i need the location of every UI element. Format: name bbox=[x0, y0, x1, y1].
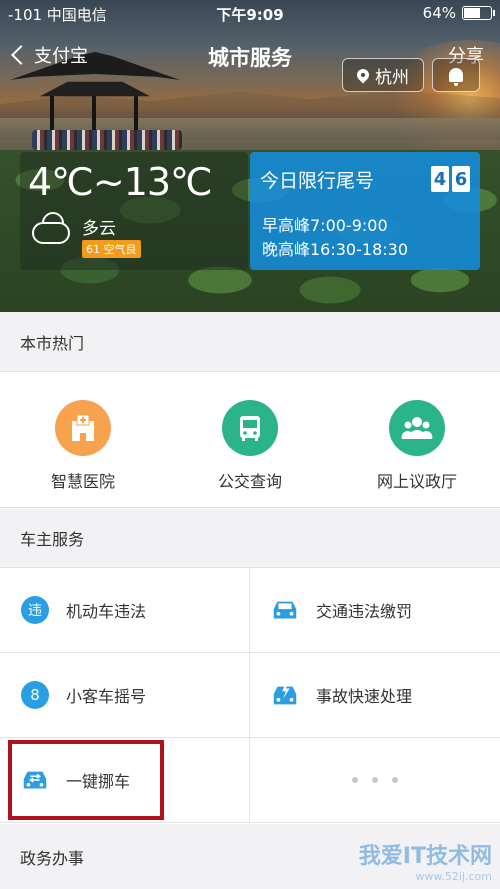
bus-glyph bbox=[240, 416, 260, 441]
hot-item-council[interactable]: 网上议政厅 bbox=[334, 372, 500, 508]
evening-peak: 晚高峰16:30-18:30 bbox=[262, 240, 408, 259]
service-label: 事故快速处理 bbox=[316, 687, 413, 706]
nav-bar: 支付宝 城市服务 分享 bbox=[0, 36, 500, 76]
service-label: 机动车违法 bbox=[66, 602, 147, 621]
weather-card[interactable]: 4℃~13℃ 多云 61 空气良 bbox=[20, 152, 248, 270]
restriction-digit: 4 bbox=[431, 166, 449, 192]
aqi-badge: 61 空气良 bbox=[82, 240, 141, 258]
battery-fill bbox=[464, 8, 481, 18]
hot-item-label: 网上议政厅 bbox=[376, 472, 457, 491]
location-pin-icon bbox=[354, 66, 372, 84]
lottery-icon: 8 bbox=[20, 680, 50, 710]
service-accident[interactable]: 事故快速处理 bbox=[250, 653, 500, 738]
annotation-highlight-box bbox=[8, 740, 164, 820]
city-selector[interactable]: 杭州 bbox=[342, 58, 424, 92]
hospital-icon bbox=[55, 400, 111, 456]
restriction-digit: 6 bbox=[452, 166, 470, 192]
city-name: 杭州 bbox=[375, 67, 409, 88]
people-icon bbox=[389, 400, 445, 456]
city-banner: -101 中国电信 下午9:09 64% 支付宝 城市服务 分享 杭州 4℃~1… bbox=[0, 0, 500, 312]
accident-glyph bbox=[273, 682, 297, 705]
section-title-hot: 本市热门 bbox=[0, 312, 500, 372]
temperature-range: 4℃~13℃ bbox=[28, 160, 213, 204]
weather-condition: 多云 bbox=[82, 219, 116, 239]
hot-item-bus[interactable]: 公交查询 bbox=[167, 372, 333, 508]
watermark: 我爱IT技术网 www.52ij.com bbox=[359, 838, 492, 883]
section-title-owner: 车主服务 bbox=[0, 508, 500, 568]
bus-icon bbox=[222, 400, 278, 456]
service-label: 小客车摇号 bbox=[66, 687, 147, 706]
battery-icon bbox=[462, 6, 495, 20]
morning-peak: 早高峰7:00-9:00 bbox=[262, 216, 388, 235]
hot-item-hospital[interactable]: 智慧医院 bbox=[0, 372, 166, 508]
status-right: 64% bbox=[422, 4, 495, 22]
page-title: 城市服务 bbox=[208, 46, 292, 70]
hot-item-label: 公交查询 bbox=[217, 472, 282, 491]
people-glyph bbox=[401, 417, 433, 439]
restriction-label: 今日限行尾号 bbox=[260, 170, 375, 192]
notification-button[interactable] bbox=[432, 58, 480, 92]
car-glyph bbox=[273, 601, 297, 619]
watermark-url: www.52ij.com bbox=[415, 870, 492, 883]
violation-icon: 违 bbox=[20, 595, 50, 625]
more-services[interactable] bbox=[250, 738, 500, 823]
more-dots-icon bbox=[250, 777, 500, 783]
hot-services: 智慧医院 公交查询 网上议政厅 bbox=[0, 372, 500, 508]
violation-glyph: 违 bbox=[21, 596, 49, 624]
cloud-icon bbox=[32, 222, 70, 244]
lottery-glyph: 8 bbox=[21, 681, 49, 709]
service-car-lottery[interactable]: 8 小客车摇号 bbox=[0, 653, 250, 738]
bell-icon bbox=[449, 68, 463, 86]
hot-item-label: 智慧医院 bbox=[50, 472, 115, 491]
svg-text:8: 8 bbox=[30, 686, 40, 704]
watermark-text: 我爱IT技术网 bbox=[358, 844, 492, 869]
service-label: 交通违法缴罚 bbox=[316, 602, 413, 621]
accident-car-icon bbox=[270, 680, 300, 710]
battery-percent: 64% bbox=[422, 4, 456, 22]
service-vehicle-violation[interactable]: 违 机动车违法 bbox=[0, 568, 250, 653]
traffic-restriction-card[interactable]: 今日限行尾号 4 6 早高峰7:00-9:00 晚高峰16:30-18:30 bbox=[250, 152, 480, 270]
status-bar: -101 中国电信 下午9:09 64% bbox=[0, 0, 500, 28]
service-traffic-fine[interactable]: 交通违法缴罚 bbox=[250, 568, 500, 653]
crowd bbox=[32, 130, 182, 150]
restriction-numbers: 4 6 bbox=[431, 166, 470, 192]
car-icon bbox=[270, 595, 300, 625]
svg-text:违: 违 bbox=[28, 603, 42, 619]
hospital-glyph bbox=[72, 414, 94, 441]
